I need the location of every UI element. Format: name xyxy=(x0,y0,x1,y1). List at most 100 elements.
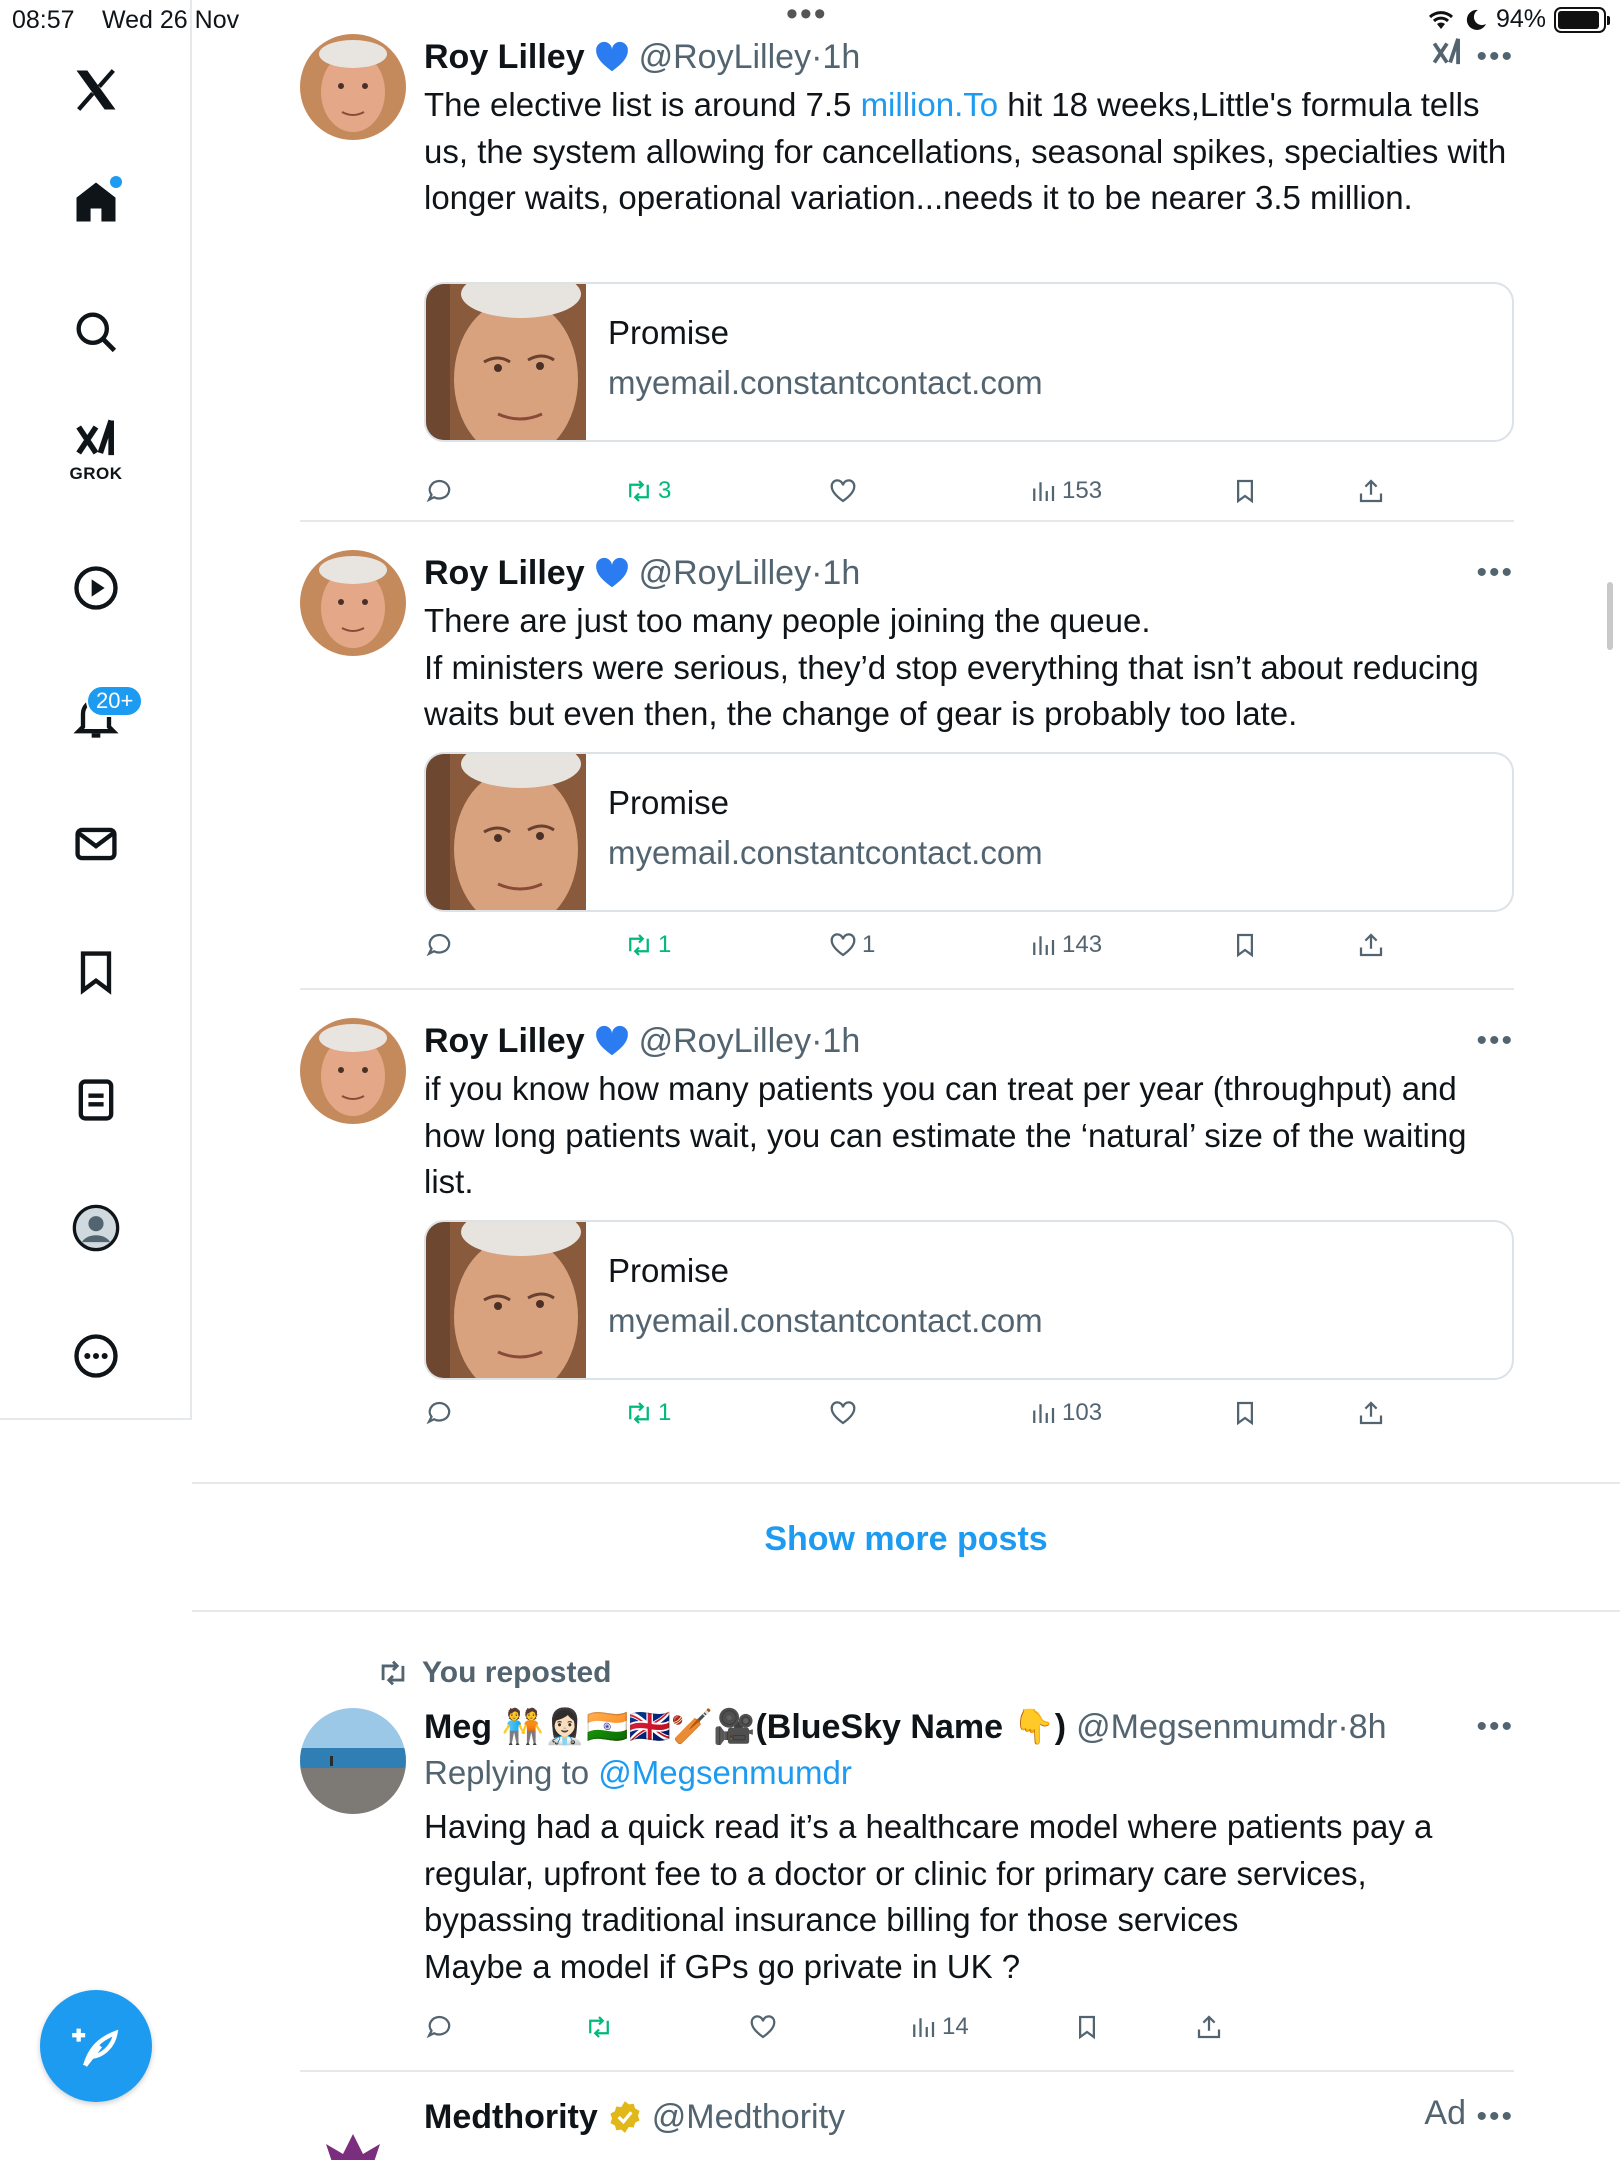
blue-heart-icon xyxy=(595,41,628,72)
repost-count: 3 xyxy=(658,477,672,504)
post-header: Medthority @Medthority xyxy=(424,2094,1514,2140)
reply-button[interactable] xyxy=(424,2012,454,2042)
views-button[interactable]: 14 xyxy=(908,2012,969,2042)
share-button[interactable] xyxy=(1356,1398,1386,1428)
post[interactable]: Roy Lilley @RoyLilley · 1h ••• There are… xyxy=(300,550,1514,970)
gold-verified-badge-icon xyxy=(610,2101,640,2133)
nav-lists[interactable] xyxy=(56,1060,136,1140)
notifications-badge: 20+ xyxy=(86,685,144,717)
reply-button[interactable] xyxy=(424,1398,454,1428)
post-header: Roy Lilley @RoyLilley · 1h xyxy=(424,37,861,77)
reply-button[interactable] xyxy=(424,476,454,506)
views-chart-icon xyxy=(1033,1404,1055,1423)
author-name[interactable]: Roy Lilley xyxy=(424,38,585,77)
nav-profile[interactable] xyxy=(56,1188,136,1268)
compose-feather-icon xyxy=(72,2028,119,2067)
compose-post-button[interactable] xyxy=(40,1990,152,2102)
post-time: 8h xyxy=(1348,1707,1387,1746)
repost-button[interactable] xyxy=(584,2012,614,2042)
repost-button[interactable]: 3 xyxy=(624,476,671,506)
views-button[interactable]: 143 xyxy=(1028,930,1102,960)
nav-explore[interactable] xyxy=(56,292,136,372)
show-more-posts-link[interactable]: Show more posts xyxy=(192,1520,1620,1572)
card-title: Promise xyxy=(608,1252,730,1289)
repost-icon xyxy=(381,1660,405,1686)
more-options-icon[interactable]: ••• xyxy=(1476,556,1514,590)
card-thumbnail xyxy=(426,284,586,440)
nav-grok[interactable]: GROK xyxy=(56,410,136,490)
link-card[interactable]: Promise myemail.constantcontact.com xyxy=(424,1220,1514,1380)
grok-post-icon[interactable] xyxy=(1428,34,1466,72)
post-header: Roy Lilley @RoyLilley · 1h xyxy=(424,1021,861,1061)
avatar[interactable] xyxy=(300,1708,406,1814)
reply-icon xyxy=(426,2015,451,2039)
ad-post[interactable]: Medthority @Medthority Ad ••• xyxy=(300,2094,1514,2160)
grok-label: GROK xyxy=(69,464,123,483)
x-logo-icon[interactable] xyxy=(56,50,136,130)
card-domain: myemail.constantcontact.com xyxy=(608,834,1043,871)
views-count: 143 xyxy=(1062,931,1103,958)
like-count: 1 xyxy=(862,931,876,958)
post-link[interactable]: million.To xyxy=(861,86,999,123)
views-button[interactable]: 103 xyxy=(1028,1398,1102,1428)
post-time: 1h xyxy=(822,1021,861,1060)
reply-button[interactable] xyxy=(424,930,454,960)
more-options-icon[interactable]: ••• xyxy=(1476,40,1514,74)
share-button[interactable] xyxy=(1356,476,1386,506)
avatar[interactable] xyxy=(300,34,406,140)
more-options-icon[interactable]: ••• xyxy=(1476,1024,1514,1058)
author-handle[interactable]: @RoyLilley xyxy=(639,554,811,593)
bookmark-icon xyxy=(1237,933,1253,958)
bookmark-button[interactable] xyxy=(1230,476,1260,506)
post-divider xyxy=(300,988,1514,990)
like-button[interactable] xyxy=(828,1398,858,1428)
views-count: 103 xyxy=(1062,1399,1103,1426)
like-button[interactable] xyxy=(748,2012,778,2042)
repost-button[interactable]: 1 xyxy=(624,1398,671,1428)
post-actions: 3 153 xyxy=(424,476,1514,516)
author-name[interactable]: Medthority xyxy=(424,2098,598,2137)
author-handle[interactable]: @Medthority xyxy=(652,2098,845,2137)
avatar[interactable] xyxy=(300,1018,406,1124)
more-options-icon[interactable]: ••• xyxy=(1476,1710,1514,1744)
link-card[interactable]: Promise myemail.constantcontact.com xyxy=(424,752,1514,912)
nav-messages[interactable] xyxy=(56,804,136,884)
card-domain: myemail.constantcontact.com xyxy=(608,1302,1043,1339)
share-icon xyxy=(1197,2015,1221,2039)
post[interactable]: Roy Lilley @RoyLilley · 1h ••• The elect… xyxy=(300,34,1514,504)
repost-button[interactable]: 1 xyxy=(624,930,671,960)
share-icon xyxy=(1359,1401,1383,1425)
bookmark-button[interactable] xyxy=(1072,2012,1102,2042)
nav-video[interactable] xyxy=(56,548,136,628)
bookmark-button[interactable] xyxy=(1230,1398,1260,1428)
nav-more[interactable] xyxy=(56,1316,136,1396)
bookmark-button[interactable] xyxy=(1230,930,1260,960)
timeline-feed: Roy Lilley @RoyLilley · 1h ••• The elect… xyxy=(192,0,1620,2160)
card-title: Promise xyxy=(608,784,730,821)
author-handle[interactable]: @RoyLilley xyxy=(639,1022,811,1061)
avatar[interactable] xyxy=(300,550,406,656)
more-options-icon[interactable]: ••• xyxy=(1476,2100,1514,2134)
post-divider xyxy=(300,520,1514,522)
like-button[interactable] xyxy=(828,476,858,506)
nav-bookmarks[interactable] xyxy=(56,932,136,1012)
grok-icon xyxy=(76,419,114,456)
repost-icon xyxy=(589,2016,609,2038)
post[interactable]: Meg 🧑‍🤝‍🧑👩🏻‍⚕️🇮🇳🇬🇧🏏🎥(BlueSky Name 👇) @Me… xyxy=(300,1704,1514,2040)
blue-heart-icon xyxy=(595,1025,628,1056)
author-handle[interactable]: @Megsenmumdr xyxy=(1076,1708,1337,1747)
repost-indicator: You reposted xyxy=(376,1656,611,1690)
replying-to-handle[interactable]: @Megsenmumdr xyxy=(598,1754,852,1791)
author-name[interactable]: Roy Lilley xyxy=(424,554,585,593)
share-button[interactable] xyxy=(1194,2012,1224,2042)
views-button[interactable]: 153 xyxy=(1028,476,1102,506)
heart-icon xyxy=(830,933,856,957)
like-button[interactable]: 1 xyxy=(828,930,875,960)
author-name[interactable]: Roy Lilley xyxy=(424,1022,585,1061)
share-button[interactable] xyxy=(1356,930,1386,960)
nav-home[interactable] xyxy=(56,162,136,242)
link-card[interactable]: Promise myemail.constantcontact.com xyxy=(424,282,1514,442)
author-name[interactable]: Meg 🧑‍🤝‍🧑👩🏻‍⚕️🇮🇳🇬🇧🏏🎥(BlueSky Name 👇) xyxy=(424,1707,1066,1747)
post[interactable]: Roy Lilley @RoyLilley · 1h ••• if you kn… xyxy=(300,1018,1514,1438)
author-handle[interactable]: @RoyLilley xyxy=(639,38,811,77)
